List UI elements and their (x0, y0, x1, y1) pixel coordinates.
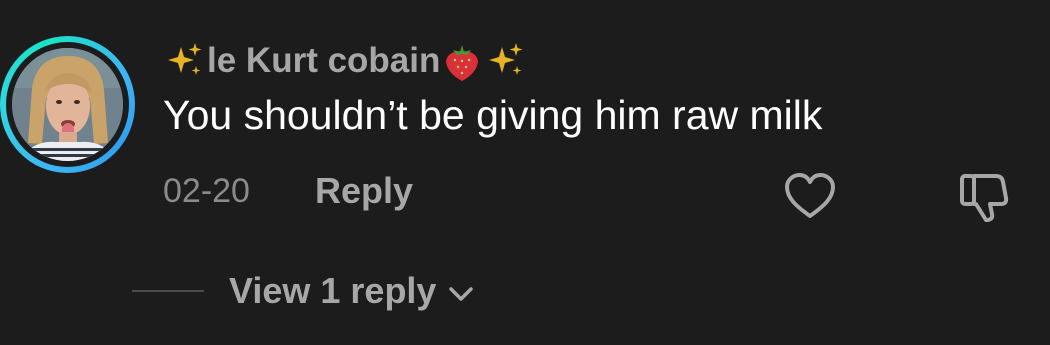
strawberry-icon (440, 39, 484, 83)
username-text: le Kurt cobain (207, 41, 441, 80)
avatar-ring[interactable] (0, 36, 135, 173)
dislike-button[interactable] (956, 168, 1012, 224)
heart-outline-icon (785, 173, 835, 218)
like-button[interactable] (782, 170, 838, 222)
comment-date: 02-20 (163, 172, 250, 210)
replies-divider (132, 290, 204, 292)
chevron-down-icon (446, 276, 476, 306)
avatar[interactable] (12, 48, 123, 161)
reply-button[interactable]: Reply (315, 170, 413, 212)
thumbs-down-outline-icon (960, 174, 1009, 222)
comment-text: You shouldn’t be giving him raw milk (163, 92, 823, 138)
view-replies-button[interactable]: View 1 reply (229, 270, 476, 312)
view-replies-label: View 1 reply (229, 270, 437, 311)
comment-username[interactable]: le Kurt cobain (163, 36, 528, 86)
sparkles-icon (484, 39, 528, 83)
sparkles-icon (163, 39, 207, 83)
